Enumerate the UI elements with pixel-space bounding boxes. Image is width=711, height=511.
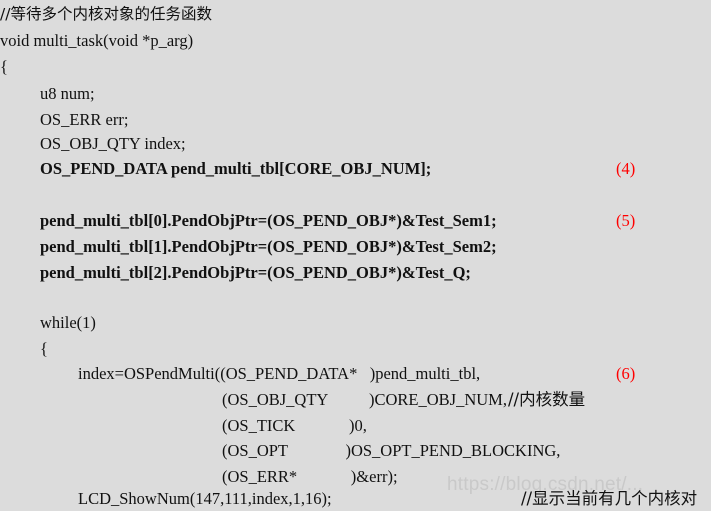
step-marker: (6) (616, 364, 636, 383)
code-line: (OS_OBJ_QTY )CORE_OBJ_NUM, (222, 390, 507, 409)
code-line: (OS_OPT )OS_OPT_PEND_BLOCKING, (222, 441, 561, 460)
code-line: pend_multi_tbl[1].PendObjPtr=(OS_PEND_OB… (40, 237, 497, 256)
code-line: while(1) (40, 313, 96, 332)
code-line: u8 num; (40, 84, 95, 103)
code-line: (OS_TICK )0, (222, 416, 367, 435)
code-line: pend_multi_tbl[2].PendObjPtr=(OS_PEND_OB… (40, 263, 471, 282)
step-marker: (4) (616, 159, 636, 178)
code-line: index=OSPendMulti((OS_PEND_DATA* )pend_m… (78, 364, 481, 383)
code-line: OS_PEND_DATA pend_multi_tbl[CORE_OBJ_NUM… (40, 159, 432, 178)
step-marker: (5) (616, 211, 636, 230)
code-line: void multi_task(void *p_arg) (0, 31, 194, 50)
code-line: pend_multi_tbl[0].PendObjPtr=(OS_PEND_OB… (40, 211, 497, 230)
code-line: OS_ERR err; (40, 110, 129, 129)
code-line: { (40, 339, 48, 358)
code-line: OS_OBJ_QTY index; (40, 134, 186, 153)
code-line: //等待多个内核对象的任务函数 (0, 5, 212, 23)
inline-comment: //内核数量 (508, 390, 586, 409)
code-line: { (0, 57, 8, 76)
code-snippet-sheet: https://blog.csdn.net/...//等待多个内核对象的任务函数… (0, 0, 711, 511)
inline-comment: //显示当前有几个内核对 (521, 489, 698, 508)
